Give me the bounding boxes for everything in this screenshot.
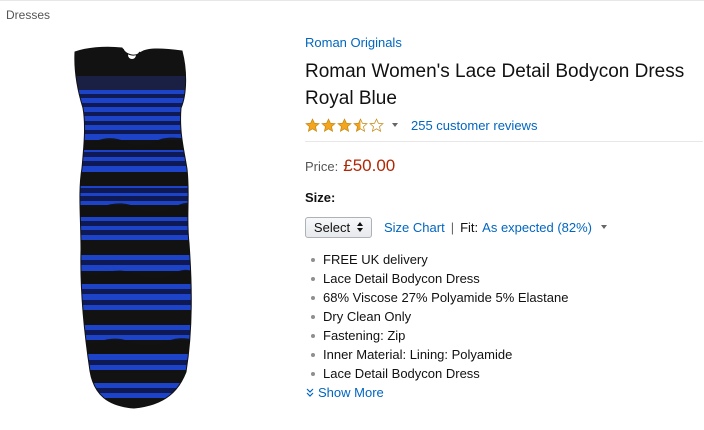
show-more-link[interactable]: Show More — [305, 383, 695, 402]
feature-text: Lace Detail Bodycon Dress — [323, 271, 480, 286]
bullet-icon — [311, 314, 315, 319]
arrow-down-icon — [357, 228, 364, 232]
feature-text: Dry Clean Only — [323, 309, 412, 324]
size-row: Select Size Chart | Fit: As expected (82… — [305, 216, 695, 238]
price-label: Price: — [305, 159, 339, 174]
feature-text: 68% Viscose 27% Polyamide 5% Elastane — [323, 290, 569, 305]
price-value: £50.00 — [343, 156, 396, 175]
star-rating[interactable] — [305, 117, 384, 133]
feature-text: Inner Material: Lining: Polyamide — [323, 347, 513, 362]
bullet-icon — [311, 276, 315, 281]
star-icon — [321, 117, 336, 132]
chevron-down-icon[interactable] — [601, 225, 607, 229]
star-icon — [305, 117, 320, 132]
size-title: Size: — [305, 190, 336, 205]
select-arrows-icon — [357, 222, 364, 232]
chevron-down-icon[interactable] — [392, 123, 398, 127]
bullet-icon — [311, 352, 315, 357]
bullet-icon — [311, 371, 315, 376]
star-icon — [337, 117, 352, 132]
list-item: FREE UK delivery — [305, 250, 695, 269]
show-more-label: Show More — [318, 385, 384, 400]
size-select-label: Select — [313, 219, 351, 235]
half-star-icon — [353, 117, 368, 132]
product-image[interactable] — [66, 42, 202, 410]
arrow-up-icon — [357, 222, 364, 226]
bullet-icon — [311, 257, 315, 262]
breadcrumb[interactable]: Dresses — [6, 8, 50, 22]
feature-text: FREE UK delivery — [323, 252, 428, 267]
feature-text: Lace Detail Bodycon Dress — [323, 366, 480, 381]
separator: | — [450, 219, 455, 235]
brand-link[interactable]: Roman Originals — [305, 35, 695, 51]
rating-row: 255 customer reviews — [305, 115, 695, 135]
top-divider — [0, 0, 704, 1]
list-item: Fastening: Zip — [305, 326, 695, 345]
dress-image[interactable] — [66, 42, 202, 410]
feature-text: Fastening: Zip — [323, 328, 406, 343]
fit-value-link[interactable]: As expected (82%) — [482, 220, 592, 235]
feature-list: FREE UK delivery Lace Detail Bodycon Dre… — [305, 250, 695, 383]
fit-label: Fit: — [460, 219, 479, 235]
list-item: 68% Viscose 27% Polyamide 5% Elastane — [305, 288, 695, 307]
product-title: Roman Women's Lace Detail Bodycon Dress … — [305, 61, 685, 109]
size-chart-link[interactable]: Size Chart — [384, 220, 445, 235]
price-row: Price: £50.00 — [305, 156, 695, 176]
product-page: Dresses Roman Originals Roman Women's La… — [0, 0, 704, 430]
list-item: Inner Material: Lining: Polyamide — [305, 345, 695, 364]
product-details: Roman Originals Roman Women's Lace Detai… — [305, 35, 703, 402]
double-chevron-down-icon — [306, 388, 314, 397]
list-item: Dry Clean Only — [305, 307, 695, 326]
empty-star-icon — [369, 117, 384, 132]
list-item: Lace Detail Bodycon Dress — [305, 364, 695, 383]
bullet-icon — [311, 295, 315, 300]
list-item: Lace Detail Bodycon Dress — [305, 269, 695, 288]
bullet-icon — [311, 333, 315, 338]
size-select[interactable]: Select — [305, 216, 372, 238]
review-count-link[interactable]: 255 customer reviews — [411, 118, 537, 133]
section-divider — [305, 141, 703, 142]
